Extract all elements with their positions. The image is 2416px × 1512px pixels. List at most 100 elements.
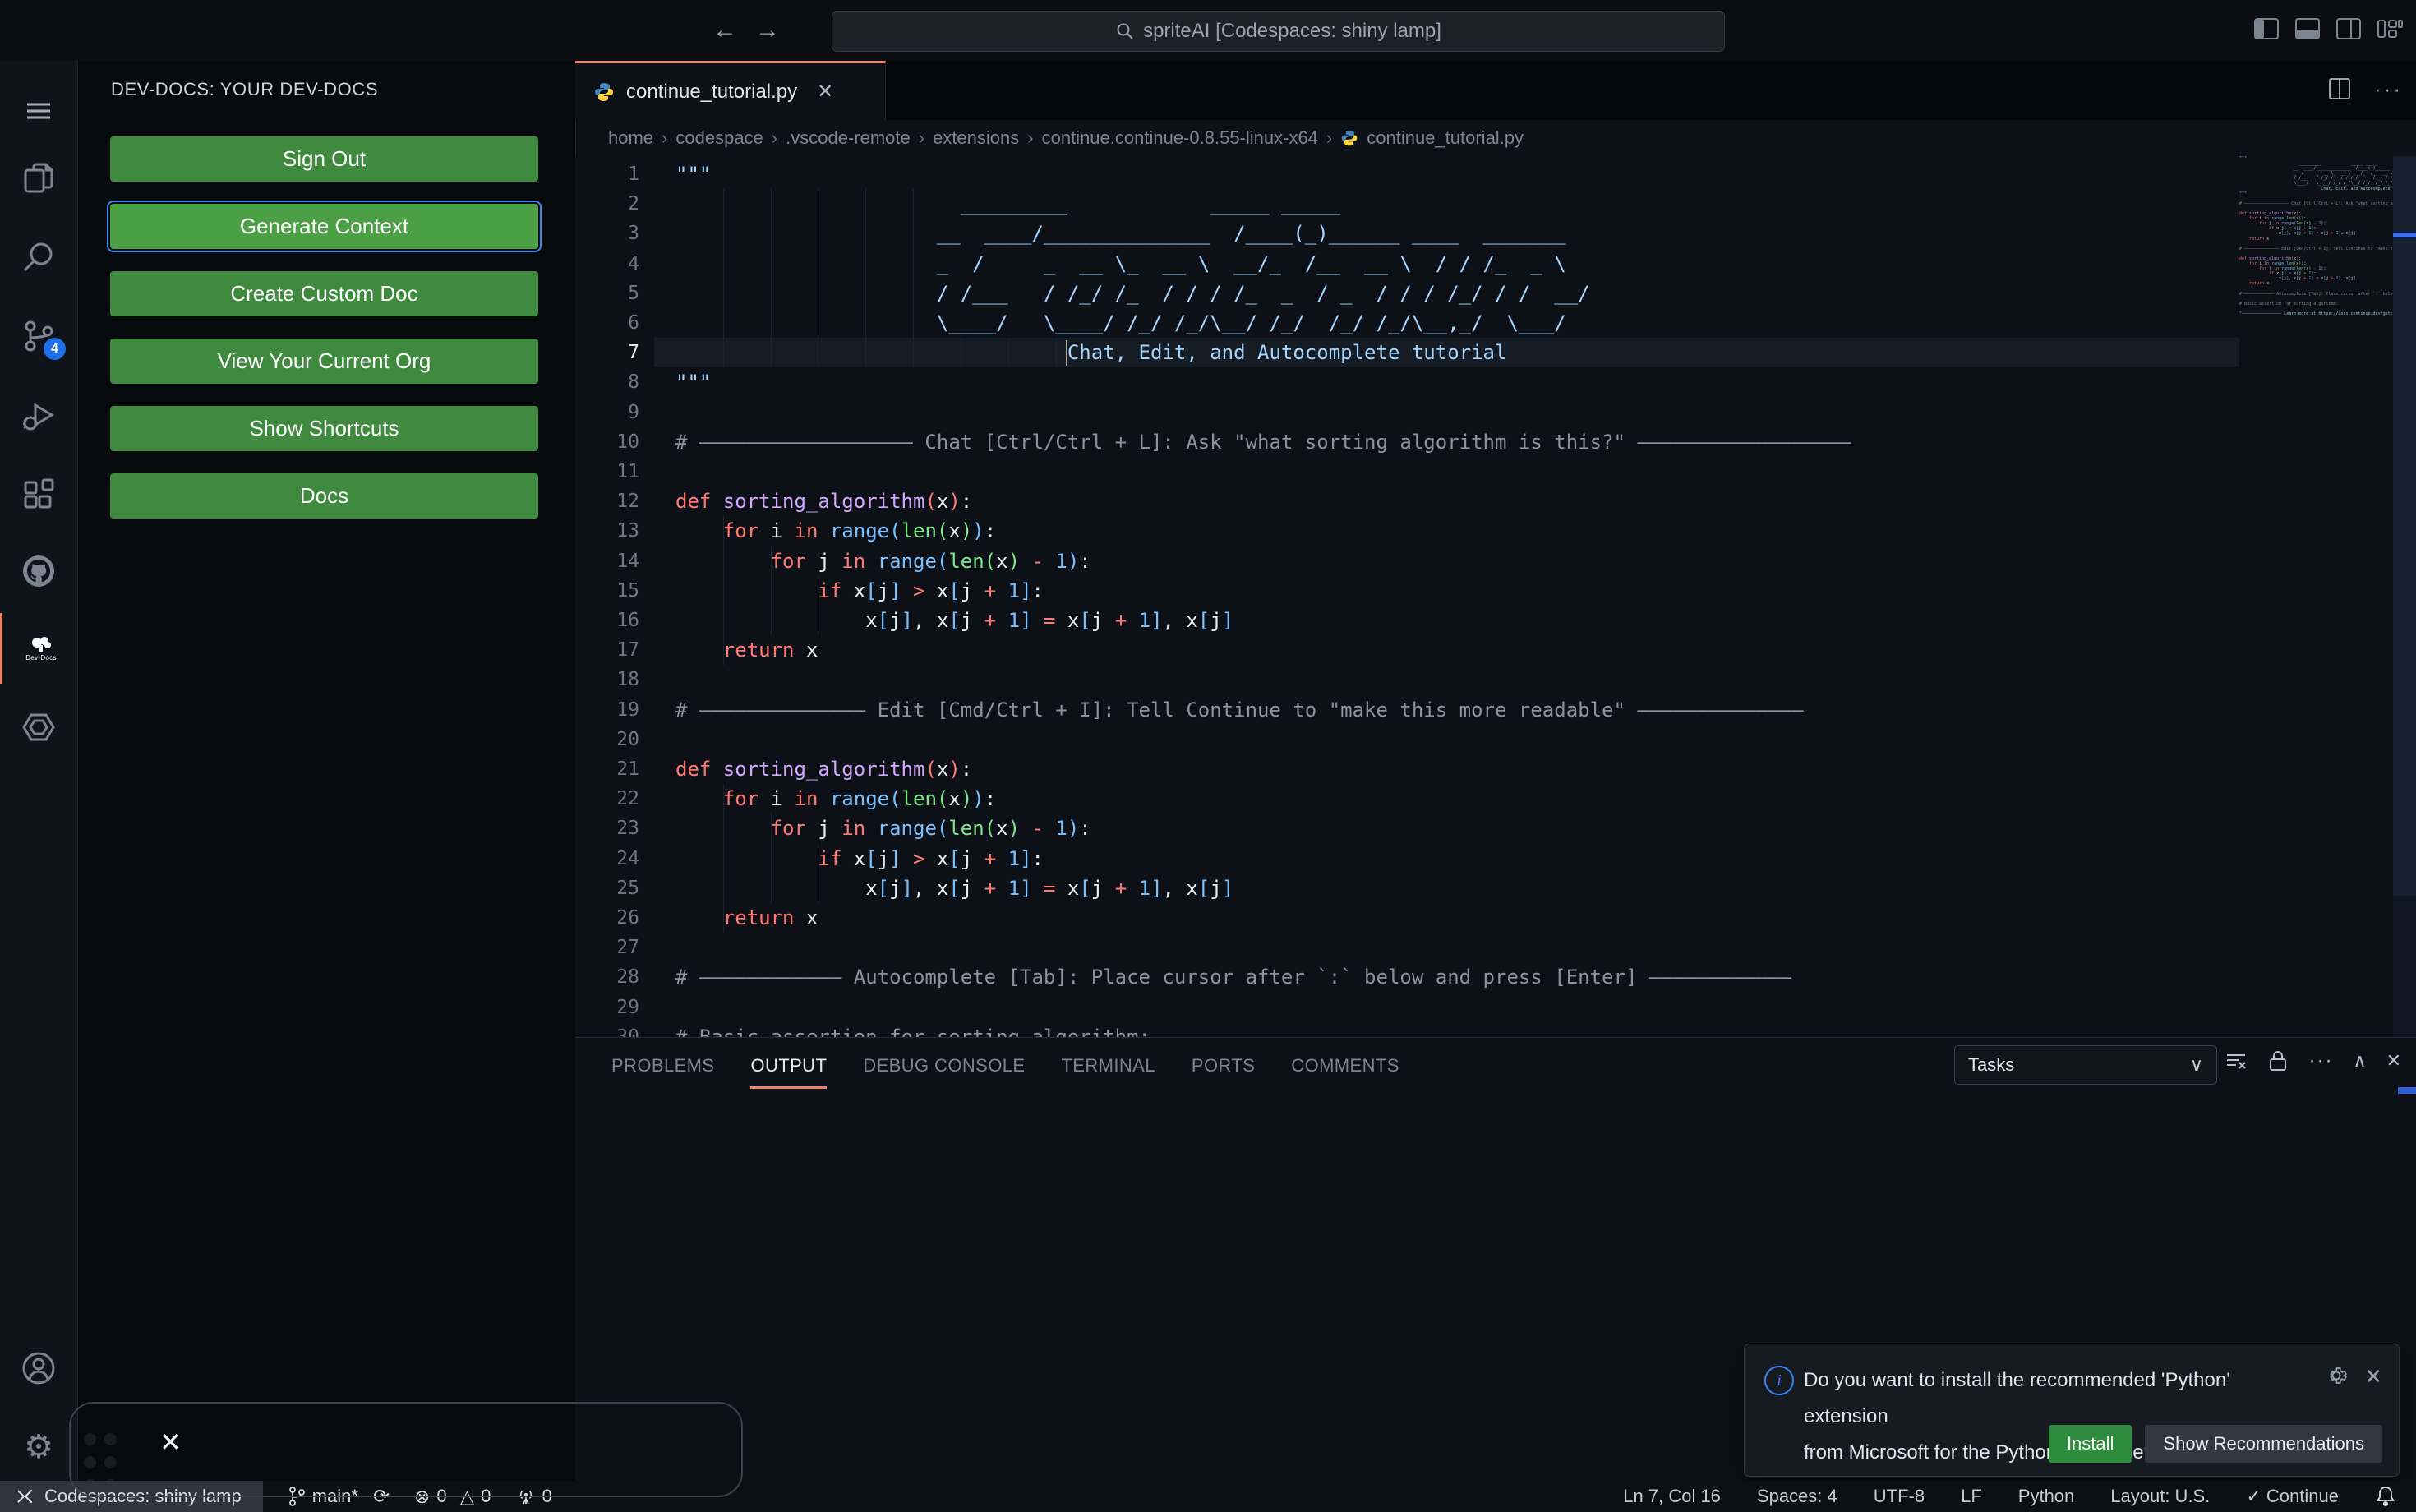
tab-label: continue_tutorial.py (626, 80, 798, 103)
code-line-5[interactable]: 5 / /___ / /_/ /_ / / / /_ _ / _ / / / /… (575, 278, 2239, 309)
code-line-6[interactable]: 6 \____/ \____/ /_/ /_/\__/ /_/ /_/ /_/\… (575, 308, 2239, 339)
sidebar-button-generate-context[interactable]: Generate Context (107, 201, 542, 252)
close-panel-icon[interactable]: ✕ (2386, 1050, 2401, 1072)
forward-button[interactable]: → (751, 16, 784, 44)
toggle-sidebar-icon[interactable] (2252, 14, 2281, 44)
command-center-search[interactable]: spriteAI [Codespaces: shiny lamp] (832, 11, 1725, 52)
code-line-24[interactable]: 24 if x[j] > x[j + 1]: (575, 843, 2239, 874)
output-channel-select[interactable]: Tasks ∨ (1954, 1045, 2217, 1085)
code-line-11[interactable]: 11 (575, 457, 2239, 487)
notification-close-icon[interactable]: ✕ (2364, 1364, 2382, 1390)
activity-item-github[interactable] (0, 536, 77, 606)
code-line-10[interactable]: 10 # —————————————————— Chat [Ctrl/Ctrl +… (575, 427, 2239, 458)
code-line-2[interactable]: 2 _________ _____ _____ (575, 189, 2239, 219)
more-actions-icon[interactable]: ··· (2374, 76, 2403, 102)
breadcrumb-item[interactable]: .vscode-remote (786, 127, 911, 149)
activity-item-source-control[interactable]: 4 (0, 301, 77, 371)
show-recommendations-button[interactable]: Show Recommendations (2145, 1425, 2382, 1463)
panel-tab-ports[interactable]: PORTS (1192, 1038, 1255, 1094)
continue-status[interactable]: ✓ Continue (2246, 1486, 2339, 1507)
sidebar-button-docs[interactable]: Docs (110, 473, 538, 519)
activity-item-menu[interactable] (0, 76, 77, 146)
activity-item-search[interactable] (0, 222, 77, 293)
sidebar-button-show-shortcuts[interactable]: Show Shortcuts (110, 406, 538, 451)
code-line-17[interactable]: 17 return x (575, 635, 2239, 666)
toggle-panel-icon[interactable] (2293, 14, 2322, 44)
code-text: / /___ / /_/ /_ / / / /_ _ / _ / / / /_/… (675, 281, 1590, 305)
toggle-secondary-sidebar-icon[interactable] (2334, 14, 2363, 44)
notifications-bell-icon[interactable] (2375, 1485, 2396, 1508)
scrollbar-slider[interactable] (2393, 156, 2416, 896)
code-line-23[interactable]: 23 for j in range(len(x) - 1): (575, 814, 2239, 844)
sidebar-button-create-custom-doc[interactable]: Create Custom Doc (110, 271, 538, 316)
install-button[interactable]: Install (2048, 1425, 2132, 1463)
overlay-close-icon[interactable]: ✕ (159, 1427, 182, 1458)
split-editor-icon[interactable] (2326, 76, 2353, 102)
code-line-16[interactable]: 16 x[j], x[j + 1] = x[j + 1], x[j] (575, 606, 2239, 636)
panel-tab-problems[interactable]: PROBLEMS (611, 1038, 714, 1094)
code-line-8[interactable]: 8 """ (575, 367, 2239, 398)
code-line-15[interactable]: 15 if x[j] > x[j + 1]: (575, 575, 2239, 606)
breadcrumb-item[interactable]: extensions (933, 127, 1019, 149)
explorer-icon (21, 160, 57, 196)
eol[interactable]: LF (1961, 1486, 1982, 1507)
activity-item-continue[interactable] (0, 692, 77, 763)
breadcrumb-item[interactable]: continue_tutorial.py (1367, 127, 1524, 149)
lock-icon[interactable] (2267, 1049, 2289, 1072)
panel-more-icon[interactable]: ··· (2308, 1049, 2333, 1072)
cursor-position[interactable]: Ln 7, Col 16 (1623, 1486, 1721, 1507)
code-line-21[interactable]: 21 def sorting_algorithm(x): (575, 754, 2239, 785)
code-editor[interactable]: 1 """ 2 _________ _____ _____ 3 __ ____/___… (575, 156, 2239, 1037)
minimap[interactable]: """ _________ _____ _____ __ ____/______… (2239, 156, 2393, 1037)
activity-item-account[interactable] (0, 1333, 77, 1404)
code-line-13[interactable]: 13 for i in range(len(x)): (575, 516, 2239, 546)
code-text: _________ _____ _____ (675, 192, 1341, 216)
sidebar-button-sign-out[interactable]: Sign Out (110, 136, 538, 182)
panel-tab-debug-console[interactable]: DEBUG CONSOLE (863, 1038, 1025, 1094)
line-number: 16 (616, 610, 639, 631)
code-line-29[interactable]: 29 (575, 993, 2239, 1023)
overview-ruler[interactable] (2393, 156, 2416, 1037)
language-mode[interactable]: Python (2018, 1486, 2075, 1507)
code-line-25[interactable]: 25 x[j], x[j + 1] = x[j + 1], x[j] (575, 873, 2239, 904)
code-line-9[interactable]: 9 (575, 398, 2239, 428)
tab-close-icon[interactable]: ✕ (817, 80, 833, 104)
code-text: # Basic assertion for sorting algorithm: (675, 1025, 1150, 1037)
indentation[interactable]: Spaces: 4 (1757, 1486, 1837, 1507)
code-line-27[interactable]: 27 (575, 933, 2239, 963)
code-line-7[interactable]: 7 Chat, Edit, and Autocomplete tutorial (575, 338, 2239, 368)
encoding[interactable]: UTF-8 (1874, 1486, 1925, 1507)
code-line-12[interactable]: 12 def sorting_algorithm(x): (575, 486, 2239, 517)
activity-item-dev-docs[interactable]: Dev-Docs (0, 613, 80, 684)
activity-item-run-debug[interactable] (0, 380, 77, 450)
code-line-22[interactable]: 22 for i in range(len(x)): (575, 784, 2239, 814)
activity-item-extensions[interactable] (0, 459, 77, 529)
code-line-28[interactable]: 28 # ———————————— Autocomplete [Tab]: Pla… (575, 962, 2239, 993)
clear-output-icon[interactable] (2225, 1049, 2248, 1072)
maximize-panel-icon[interactable]: ∧ (2353, 1050, 2366, 1072)
code-line-18[interactable]: 18 (575, 665, 2239, 695)
breadcrumb-item[interactable]: codespace (675, 127, 763, 149)
notification-settings-icon[interactable] (2325, 1364, 2348, 1390)
panel-tab-output[interactable]: OUTPUT (750, 1038, 828, 1094)
code-line-4[interactable]: 4 _ / _ __ \_ __ \ __/_ /__ __ \ / / /_ … (575, 248, 2239, 279)
line-number: 11 (616, 461, 639, 482)
breadcrumb-item[interactable]: continue.continue-0.8.55-linux-x64 (1042, 127, 1318, 149)
customize-layout-icon[interactable] (2375, 14, 2404, 44)
panel-tab-comments[interactable]: COMMENTS (1291, 1038, 1399, 1094)
code-line-26[interactable]: 26 return x (575, 903, 2239, 933)
keyboard-layout[interactable]: Layout: U.S. (2110, 1486, 2210, 1507)
code-line-14[interactable]: 14 for j in range(len(x) - 1): (575, 546, 2239, 577)
breadcrumb-item[interactable]: home (608, 127, 653, 149)
panel-tab-terminal[interactable]: TERMINAL (1061, 1038, 1155, 1094)
back-button[interactable]: ← (708, 16, 741, 44)
activity-item-explorer[interactable] (0, 143, 77, 214)
code-line-30[interactable]: 30 # Basic assertion for sorting algorith… (575, 1022, 2239, 1037)
code-line-3[interactable]: 3 __ ____/______________ /____(_)______ … (575, 219, 2239, 249)
tab-continue-tutorial[interactable]: continue_tutorial.py ✕ (575, 61, 886, 120)
code-line-19[interactable]: 19 # —————————————— Edit [Cmd/Ctrl + I]: … (575, 695, 2239, 726)
code-line-1[interactable]: 1 """ (575, 159, 2239, 190)
sidebar-button-view-your-current-org[interactable]: View Your Current Org (110, 339, 538, 384)
activity-item-settings[interactable]: ⚙ (0, 1412, 77, 1482)
code-line-20[interactable]: 20 (575, 725, 2239, 755)
